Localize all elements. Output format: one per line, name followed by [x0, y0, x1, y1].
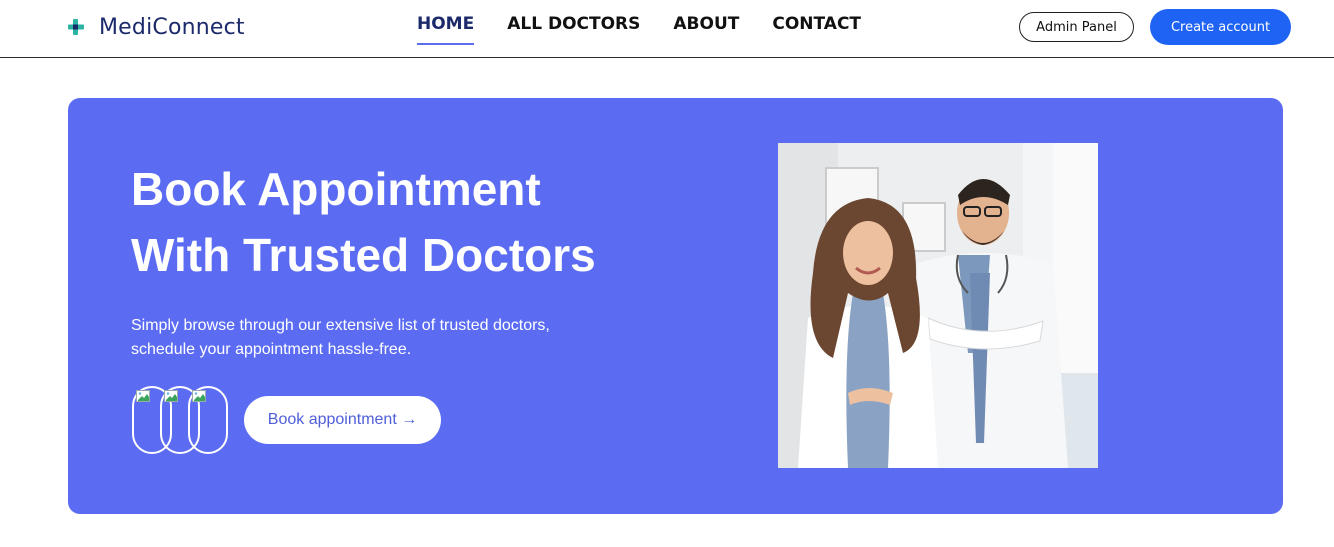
- doctors-photo: [778, 143, 1098, 468]
- hero-subtitle-line-2: schedule your appointment hassle-free.: [131, 341, 412, 358]
- hero-title-line-2: With Trusted Doctors: [131, 229, 596, 281]
- book-appointment-button[interactable]: Book appointment →: [244, 396, 441, 444]
- create-account-button[interactable]: Create account: [1150, 9, 1291, 45]
- hero-title-line-1: Book Appointment: [131, 163, 541, 215]
- site-header: MediConnect HOME ALL DOCTORS ABOUT CONTA…: [0, 0, 1334, 58]
- broken-image-icon: [136, 390, 150, 402]
- brand-name: MediConnect: [99, 14, 245, 40]
- nav-contact[interactable]: CONTACT: [772, 14, 861, 42]
- medical-cross-icon: [68, 19, 84, 35]
- main-nav: HOME ALL DOCTORS ABOUT CONTACT: [417, 14, 861, 45]
- hero-subtitle: Simply browse through our extensive list…: [131, 314, 601, 362]
- brand-logo[interactable]: MediConnect: [67, 12, 245, 42]
- doctor-avatar-group: [132, 386, 228, 454]
- hero-title: Book Appointment With Trusted Doctors: [131, 156, 691, 288]
- broken-image-icon: [192, 390, 206, 402]
- doctors-photo-illustration: [778, 143, 1098, 468]
- avatar: [188, 386, 228, 454]
- nav-all-doctors[interactable]: ALL DOCTORS: [507, 14, 640, 42]
- nav-home[interactable]: HOME: [417, 14, 475, 45]
- nav-about[interactable]: ABOUT: [673, 14, 739, 42]
- broken-image-icon: [164, 390, 178, 402]
- hero-subtitle-line-1: Simply browse through our extensive list…: [131, 317, 550, 334]
- admin-panel-button[interactable]: Admin Panel: [1019, 12, 1134, 42]
- hero-banner: Book Appointment With Trusted Doctors Si…: [68, 98, 1283, 514]
